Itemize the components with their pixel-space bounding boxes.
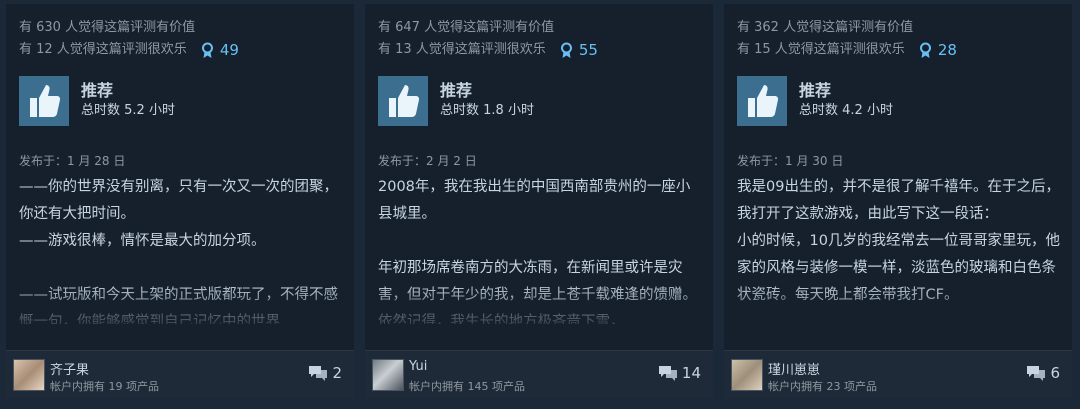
posted-date: 发布于：1 月 30 日	[737, 154, 844, 168]
helpful-count: 有 647 人觉得这篇评测有价值	[378, 20, 555, 35]
avatar[interactable]	[372, 359, 404, 391]
author-name[interactable]: 齐子果	[50, 359, 89, 378]
award-icon	[201, 42, 213, 58]
posted-date: 发布于：2 月 2 日	[378, 154, 477, 168]
comment-icon	[1027, 366, 1046, 381]
review-verdict[interactable]: 推荐 总时数 1.8 小时	[378, 75, 701, 127]
review-verdict[interactable]: 推荐 总时数 5.2 小时	[19, 75, 342, 127]
products-owned: 帐户内拥有 19 项产品	[50, 380, 159, 393]
verdict-label: 推荐	[440, 81, 473, 100]
play-hours: 总时数 5.2 小时	[81, 103, 175, 118]
helpfulness-info: 有 647 人觉得这篇评测有价值 有 13 人觉得这篇评测很欢乐 55	[378, 17, 701, 61]
comment-icon	[309, 366, 328, 381]
award-icon	[919, 42, 931, 58]
helpfulness-info: 有 630 人觉得这篇评测有价值 有 12 人觉得这篇评测很欢乐 49	[19, 17, 342, 61]
products-owned: 帐户内拥有 23 项产品	[768, 380, 877, 393]
funny-count: 有 12 人觉得这篇评测很欢乐	[19, 42, 187, 57]
comments-button[interactable]: 2	[308, 364, 342, 382]
thumbs-up-icon	[737, 76, 787, 126]
award-icon	[560, 42, 572, 58]
play-hours: 总时数 4.2 小时	[799, 103, 893, 118]
comments-button[interactable]: 6	[1026, 364, 1060, 382]
review-footer: Yui 帐户内拥有 145 项产品 14	[365, 350, 713, 399]
comments-button[interactable]: 14	[658, 364, 701, 382]
helpful-count: 有 362 人觉得这篇评测有价值	[737, 20, 914, 35]
review-card: 有 647 人觉得这篇评测有价值 有 13 人觉得这篇评测很欢乐 55 推荐 总…	[365, 4, 713, 399]
products-owned: 帐户内拥有 145 项产品	[409, 380, 525, 393]
verdict-label: 推荐	[81, 81, 114, 100]
award-count[interactable]: 28	[919, 39, 957, 61]
comment-icon	[658, 366, 677, 381]
review-body[interactable]: 2008年，我在我出生的中国西南部贵州的一座小县城里。 年初那场席卷南方的大冻雨…	[378, 174, 701, 324]
play-hours: 总时数 1.8 小时	[440, 103, 534, 118]
funny-count: 有 13 人觉得这篇评测很欢乐	[378, 42, 546, 57]
review-body[interactable]: ——你的世界没有别离，只有一次又一次的团聚，你还有大把时间。 ——游戏很棒，情怀…	[19, 174, 342, 324]
review-body[interactable]: 我是09出生的，并不是很了解千禧年。在于之后，我打开了这款游戏，由此写下这一段话…	[737, 174, 1060, 324]
award-count[interactable]: 49	[201, 39, 239, 61]
review-card: 有 630 人觉得这篇评测有价值 有 12 人觉得这篇评测很欢乐 49 推荐 总…	[6, 4, 354, 399]
avatar[interactable]	[731, 359, 763, 391]
review-footer: 齐子果 帐户内拥有 19 项产品 2	[6, 350, 354, 399]
thumbs-up-icon	[378, 76, 428, 126]
review-verdict[interactable]: 推荐 总时数 4.2 小时	[737, 75, 1060, 127]
posted-date: 发布于：1 月 28 日	[19, 154, 126, 168]
review-footer: 瑾川崽崽 帐户内拥有 23 项产品 6	[724, 350, 1072, 399]
funny-count: 有 15 人觉得这篇评测很欢乐	[737, 42, 905, 57]
author-name[interactable]: 瑾川崽崽	[768, 359, 820, 378]
review-card: 有 362 人觉得这篇评测有价值 有 15 人觉得这篇评测很欢乐 28 推荐 总…	[724, 4, 1072, 399]
thumbs-up-icon	[19, 76, 69, 126]
helpful-count: 有 630 人觉得这篇评测有价值	[19, 20, 196, 35]
award-count[interactable]: 55	[560, 39, 598, 61]
author-name[interactable]: Yui	[409, 359, 427, 374]
avatar[interactable]	[13, 359, 45, 391]
verdict-label: 推荐	[799, 81, 832, 100]
helpfulness-info: 有 362 人觉得这篇评测有价值 有 15 人觉得这篇评测很欢乐 28	[737, 17, 1060, 61]
